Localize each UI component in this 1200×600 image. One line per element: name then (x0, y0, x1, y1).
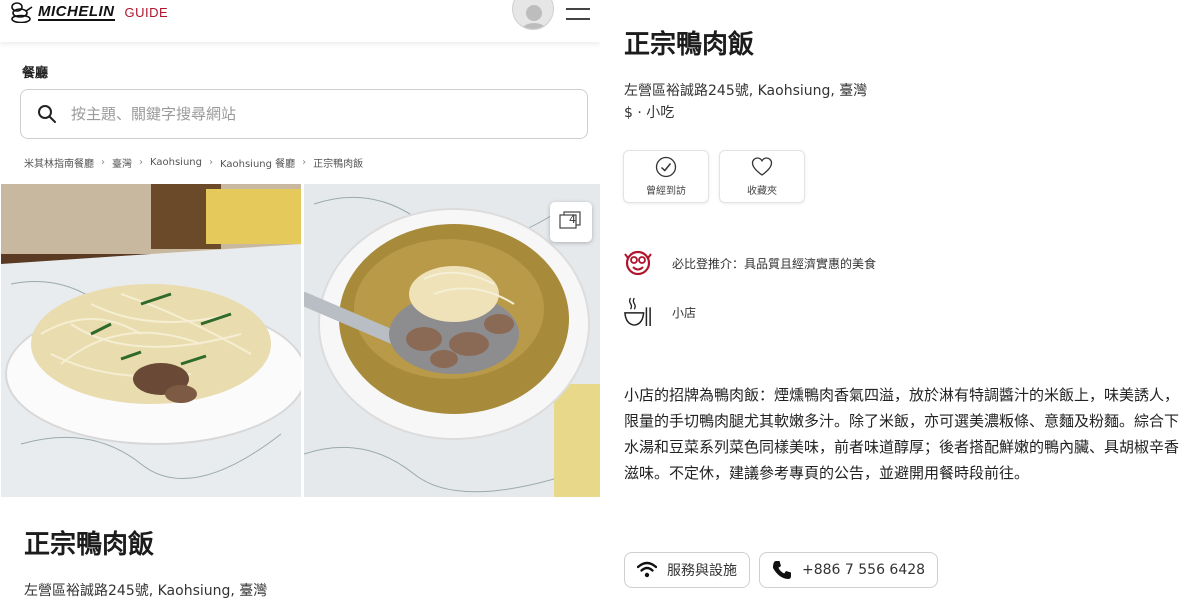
breadcrumb-current: 正宗鴨肉飯 (313, 159, 364, 170)
michelin-logo[interactable]: MICHELIN GUIDE (8, 0, 168, 24)
search-input[interactable] (71, 105, 541, 123)
facilities-label: 服務與設施 (667, 563, 737, 579)
avatar[interactable] (512, 0, 554, 30)
gallery-photo-bean-sprouts[interactable] (1, 184, 301, 497)
mobile-left-pane: MICHELIN GUIDE 餐廳 米其林指南餐廳 › 臺灣 › Kaohsiu… (0, 0, 600, 600)
chevron-right-icon: › (302, 157, 307, 168)
brand-wordmark: MICHELIN (38, 2, 115, 21)
visited-label: 曾經到訪 (646, 186, 686, 197)
phone-button[interactable]: +886 7 556 6428 (759, 552, 939, 588)
breadcrumb-item[interactable]: 臺灣 (112, 155, 132, 170)
chevron-right-icon: › (139, 157, 143, 168)
wifi-icon (637, 561, 657, 578)
bibendum-icon (11, 2, 33, 23)
search-icon (38, 105, 56, 123)
phone-icon (773, 561, 791, 579)
favorite-label: 收藏夾 (747, 186, 777, 197)
bowl-chopsticks-icon (624, 297, 651, 326)
action-buttons: 曾經到訪 收藏夾 (623, 150, 805, 203)
restaurant-address: 左營區裕誠路245號, Kaohsiung, 臺灣 (624, 83, 868, 99)
breadcrumb-item[interactable]: Kaohsiung (150, 157, 202, 168)
restaurant-title: 正宗鴨肉飯 (24, 530, 155, 560)
top-bar: MICHELIN GUIDE (0, 0, 600, 42)
photo-count: 4 (569, 213, 576, 226)
small-shop-row: 小店 (624, 296, 696, 328)
heart-icon (751, 157, 773, 176)
mobile-right-pane: 正宗鴨肉飯 左營區裕誠路245號, Kaohsiung, 臺灣 $ · 小吃 曾… (600, 0, 1200, 600)
hamburger-menu-icon[interactable] (566, 8, 590, 20)
small-shop-text: 小店 (672, 305, 697, 320)
restaurant-description: 小店的招牌為鴨肉飯：煙燻鴨肉香氣四溢，放於淋有特調醬汁的米飯上，味美誘人，限量的… (624, 386, 1180, 482)
bib-gourmand-row: 必比登推介：具品質且經濟實惠的美食 (624, 249, 876, 277)
breadcrumb: 米其林指南餐廳 › 臺灣 › Kaohsiung › Kaohsiung 餐廳 … (24, 155, 363, 170)
chevron-right-icon: › (208, 157, 213, 168)
check-circle-icon (655, 156, 677, 178)
bottom-buttons: 服務與設施 +886 7 556 6428 (624, 552, 939, 588)
restaurant-title: 正宗鴨肉飯 (624, 30, 755, 60)
breadcrumb-item[interactable]: Kaohsiung 餐廳 (220, 155, 295, 170)
search-box[interactable] (20, 89, 588, 139)
restaurant-address: 左營區裕誠路245號, Kaohsiung, 臺灣 (24, 583, 268, 599)
favorite-button[interactable]: 收藏夾 (719, 150, 805, 203)
bib-gourmand-icon (624, 250, 652, 276)
bib-gourmand-text: 必比登推介：具品質且經濟實惠的美食 (672, 256, 877, 271)
chevron-right-icon: › (101, 157, 105, 168)
section-label: 餐廳 (22, 66, 49, 81)
visited-button[interactable]: 曾經到訪 (623, 150, 709, 203)
user-icon (521, 5, 547, 29)
breadcrumb-item[interactable]: 米其林指南餐廳 (24, 155, 94, 170)
price-cuisine: $ · 小吃 (624, 105, 675, 121)
phone-number: +886 7 556 6428 (802, 562, 926, 578)
brand-guide-label: GUIDE (124, 4, 169, 20)
photo-count-button[interactable]: 4 (550, 202, 592, 242)
facilities-button[interactable]: 服務與設施 (624, 552, 750, 588)
